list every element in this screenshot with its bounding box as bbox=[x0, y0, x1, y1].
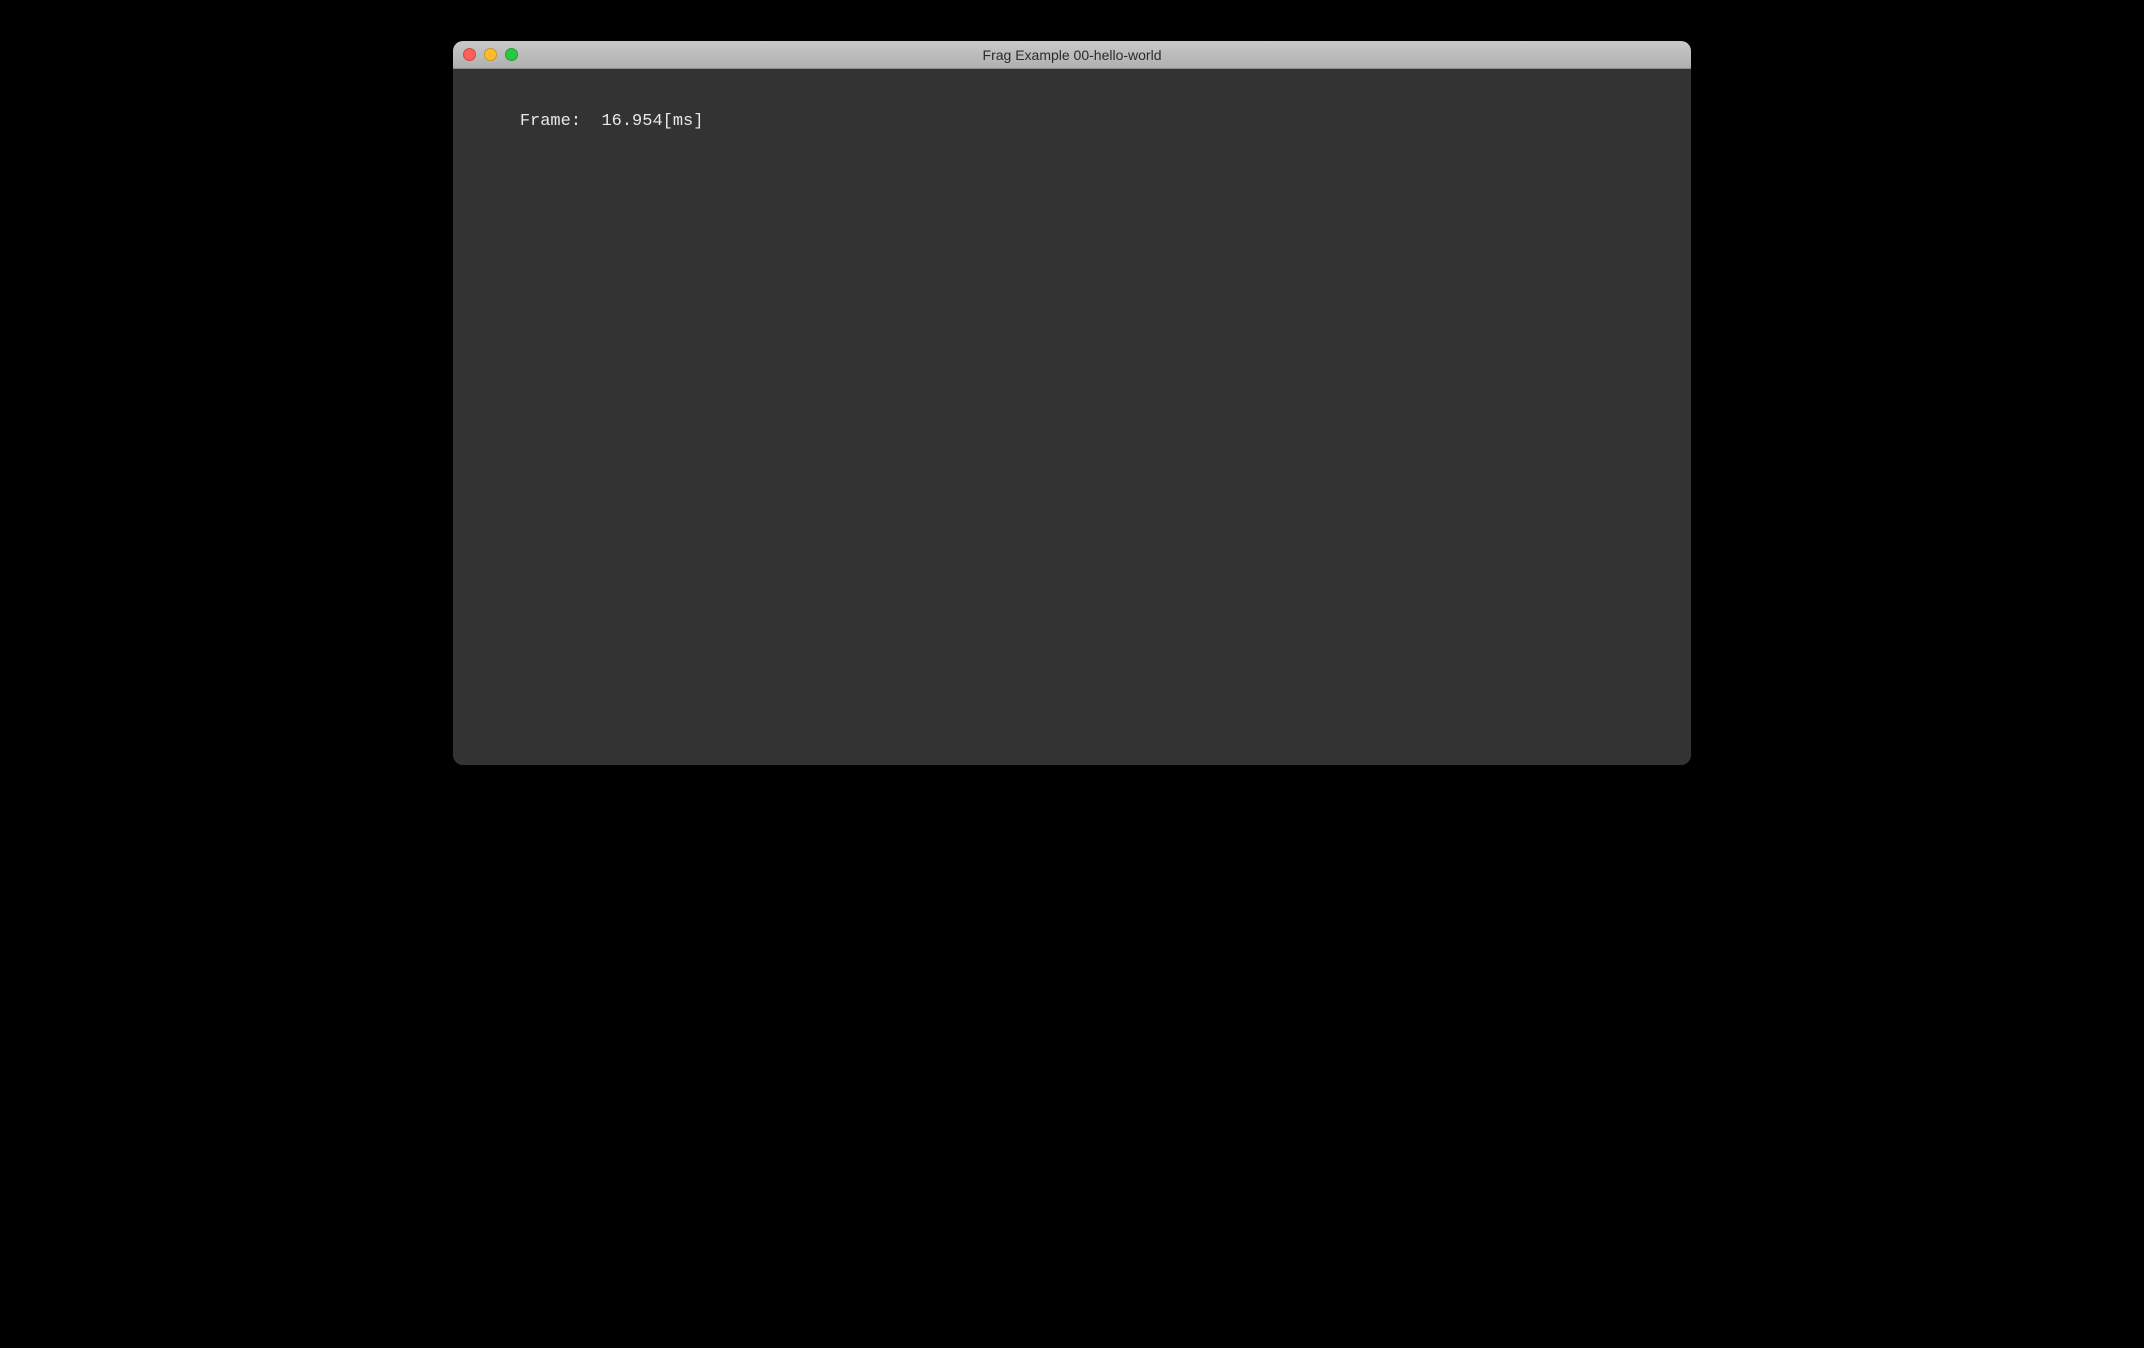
frame-stats: Frame: 16.954[ms] bbox=[520, 112, 704, 131]
render-area: Frame: 16.954[ms] bbox=[453, 69, 1691, 765]
frame-unit: [ms] bbox=[663, 112, 704, 131]
window-title: Frag Example 00-hello-world bbox=[453, 47, 1691, 63]
traffic-lights bbox=[453, 48, 518, 61]
maximize-icon[interactable] bbox=[505, 48, 518, 61]
app-window: Frag Example 00-hello-world Frame: 16.95… bbox=[453, 41, 1691, 765]
minimize-icon[interactable] bbox=[484, 48, 497, 61]
titlebar[interactable]: Frag Example 00-hello-world bbox=[453, 41, 1691, 69]
frame-label: Frame: bbox=[520, 112, 581, 131]
frame-value: 16.954 bbox=[601, 112, 662, 131]
close-icon[interactable] bbox=[463, 48, 476, 61]
